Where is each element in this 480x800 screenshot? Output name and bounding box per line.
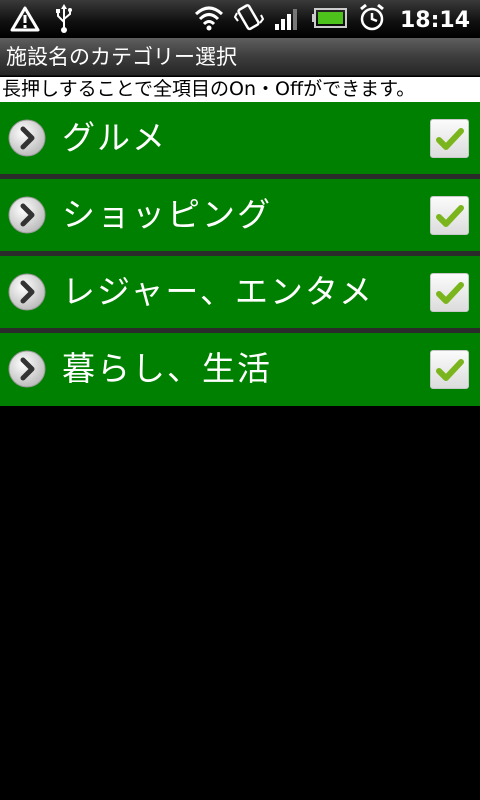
alarm-icon [358,3,386,37]
instruction-text: 長押しすることで全項目のOn・Offができます。 [0,77,480,102]
list-item-living[interactable]: 暮らし、生活 [0,333,480,406]
list-item-shopping[interactable]: ショッピング [0,179,480,256]
chevron-right-icon [8,350,46,388]
category-checkbox[interactable] [430,119,469,158]
usb-icon [54,4,74,38]
checkmark-icon [436,128,464,150]
category-label: ショッピング [62,195,272,234]
category-label: 暮らし、生活 [62,349,272,388]
category-checkbox[interactable] [430,350,469,389]
signal-icon [274,5,302,35]
checkmark-icon [436,282,464,304]
category-list: グルメ ショッピング レジャー、エンタメ 暮らし、生活 [0,102,480,406]
status-bar: 18:14 [0,0,480,38]
wifi-icon [194,5,224,35]
checkmark-icon [436,205,464,227]
category-checkbox[interactable] [430,273,469,312]
vibrate-icon [233,3,265,37]
checkmark-icon [436,359,464,381]
chevron-right-icon [8,196,46,234]
category-checkbox[interactable] [430,196,469,235]
clock-time: 18:14 [399,7,470,33]
list-item-gourmet[interactable]: グルメ [0,102,480,179]
alert-icon [10,5,40,37]
chevron-right-icon [8,273,46,311]
chevron-right-icon [8,119,46,157]
page-title: 施設名のカテゴリー選択 [0,38,480,76]
battery-icon [311,7,348,33]
category-label: グルメ [62,118,167,157]
list-item-leisure[interactable]: レジャー、エンタメ [0,256,480,333]
category-label: レジャー、エンタメ [62,272,375,311]
